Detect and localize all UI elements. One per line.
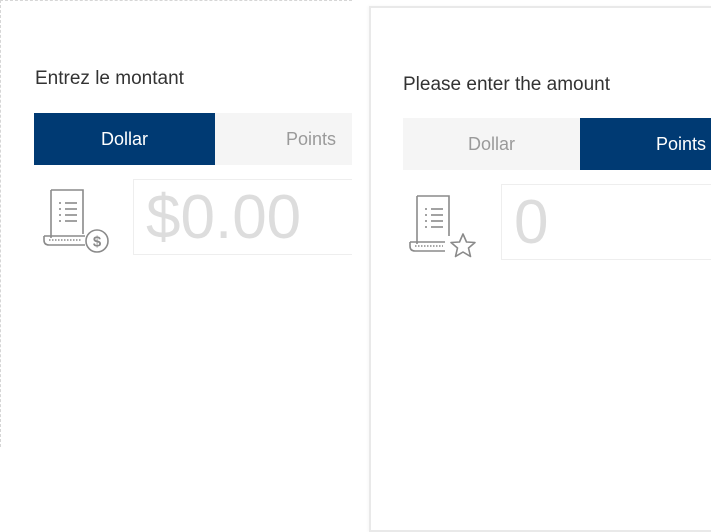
currency-toggle: Dollar Points (34, 113, 352, 165)
receipt-star-icon (407, 192, 485, 269)
svg-text:$: $ (93, 234, 102, 251)
tab-dollar[interactable]: Dollar (403, 118, 580, 170)
amount-panel-english: Please enter the amount Dollar Points (369, 6, 711, 532)
amount-field-wrapper (501, 184, 711, 260)
tab-dollar[interactable]: Dollar (34, 113, 215, 165)
amount-prompt: Please enter the amount (403, 74, 611, 95)
currency-toggle: Dollar Points (403, 118, 711, 170)
amount-field-wrapper (133, 179, 352, 255)
tab-points[interactable]: Points (215, 113, 352, 165)
amount-panel-french: Entrez le montant Dollar Points $ (0, 0, 352, 447)
receipt-dollar-icon: $ (41, 186, 119, 263)
amount-prompt: Entrez le montant (35, 68, 184, 89)
amount-input[interactable] (134, 181, 352, 253)
amount-input[interactable] (502, 186, 711, 258)
tab-points[interactable]: Points (580, 118, 711, 170)
